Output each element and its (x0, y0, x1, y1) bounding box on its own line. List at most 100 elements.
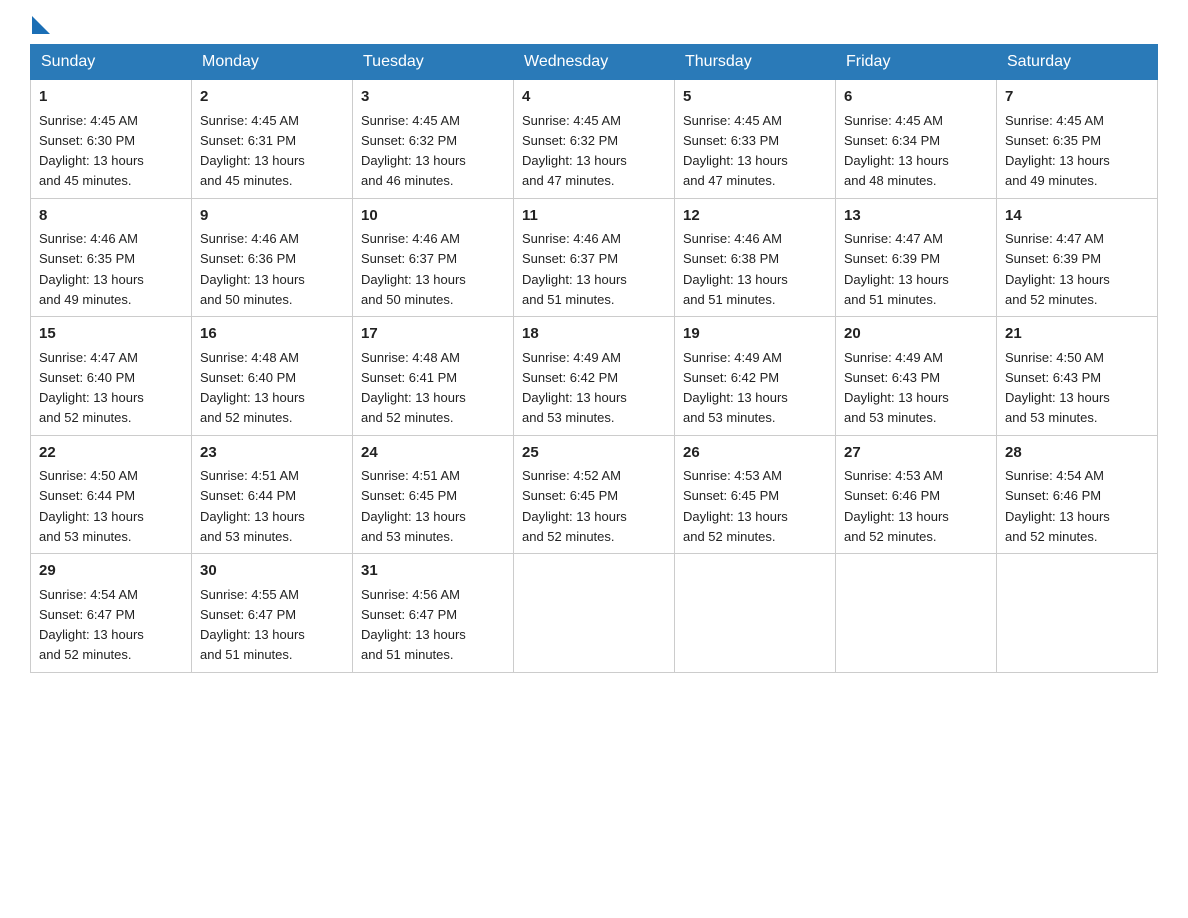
day-number: 9 (200, 205, 344, 228)
day-info: Sunrise: 4:46 AMSunset: 6:38 PMDaylight:… (683, 231, 788, 307)
calendar-cell: 29 Sunrise: 4:54 AMSunset: 6:47 PMDaylig… (31, 554, 192, 673)
day-number: 5 (683, 86, 827, 109)
calendar-cell: 21 Sunrise: 4:50 AMSunset: 6:43 PMDaylig… (997, 317, 1158, 436)
day-number: 6 (844, 86, 988, 109)
calendar-cell: 6 Sunrise: 4:45 AMSunset: 6:34 PMDayligh… (836, 80, 997, 199)
calendar-week-2: 8 Sunrise: 4:46 AMSunset: 6:35 PMDayligh… (31, 198, 1158, 317)
calendar-cell: 26 Sunrise: 4:53 AMSunset: 6:45 PMDaylig… (675, 435, 836, 554)
day-number: 12 (683, 205, 827, 228)
day-number: 22 (39, 442, 183, 465)
day-number: 1 (39, 86, 183, 109)
calendar-cell: 1 Sunrise: 4:45 AMSunset: 6:30 PMDayligh… (31, 80, 192, 199)
day-number: 16 (200, 323, 344, 346)
day-info: Sunrise: 4:47 AMSunset: 6:39 PMDaylight:… (844, 231, 949, 307)
calendar-cell: 28 Sunrise: 4:54 AMSunset: 6:46 PMDaylig… (997, 435, 1158, 554)
day-info: Sunrise: 4:45 AMSunset: 6:30 PMDaylight:… (39, 113, 144, 189)
day-info: Sunrise: 4:46 AMSunset: 6:35 PMDaylight:… (39, 231, 144, 307)
day-number: 7 (1005, 86, 1149, 109)
day-number: 19 (683, 323, 827, 346)
day-info: Sunrise: 4:45 AMSunset: 6:33 PMDaylight:… (683, 113, 788, 189)
day-info: Sunrise: 4:53 AMSunset: 6:46 PMDaylight:… (844, 468, 949, 544)
day-number: 28 (1005, 442, 1149, 465)
calendar-cell (997, 554, 1158, 673)
calendar-cell: 16 Sunrise: 4:48 AMSunset: 6:40 PMDaylig… (192, 317, 353, 436)
calendar-cell: 20 Sunrise: 4:49 AMSunset: 6:43 PMDaylig… (836, 317, 997, 436)
day-number: 10 (361, 205, 505, 228)
calendar-cell: 8 Sunrise: 4:46 AMSunset: 6:35 PMDayligh… (31, 198, 192, 317)
day-number: 11 (522, 205, 666, 228)
calendar-cell: 5 Sunrise: 4:45 AMSunset: 6:33 PMDayligh… (675, 80, 836, 199)
calendar-cell: 17 Sunrise: 4:48 AMSunset: 6:41 PMDaylig… (353, 317, 514, 436)
day-number: 26 (683, 442, 827, 465)
day-number: 18 (522, 323, 666, 346)
day-number: 21 (1005, 323, 1149, 346)
day-info: Sunrise: 4:52 AMSunset: 6:45 PMDaylight:… (522, 468, 627, 544)
day-number: 25 (522, 442, 666, 465)
calendar-cell: 10 Sunrise: 4:46 AMSunset: 6:37 PMDaylig… (353, 198, 514, 317)
day-number: 17 (361, 323, 505, 346)
logo-triangle-icon (32, 16, 50, 34)
calendar-cell: 9 Sunrise: 4:46 AMSunset: 6:36 PMDayligh… (192, 198, 353, 317)
calendar-cell: 7 Sunrise: 4:45 AMSunset: 6:35 PMDayligh… (997, 80, 1158, 199)
day-info: Sunrise: 4:45 AMSunset: 6:34 PMDaylight:… (844, 113, 949, 189)
weekday-header-sunday: Sunday (31, 45, 192, 80)
day-info: Sunrise: 4:50 AMSunset: 6:44 PMDaylight:… (39, 468, 144, 544)
day-info: Sunrise: 4:45 AMSunset: 6:32 PMDaylight:… (361, 113, 466, 189)
calendar-cell (675, 554, 836, 673)
day-info: Sunrise: 4:54 AMSunset: 6:47 PMDaylight:… (39, 587, 144, 663)
calendar-cell: 19 Sunrise: 4:49 AMSunset: 6:42 PMDaylig… (675, 317, 836, 436)
day-number: 3 (361, 86, 505, 109)
day-info: Sunrise: 4:49 AMSunset: 6:42 PMDaylight:… (522, 350, 627, 426)
weekday-header-wednesday: Wednesday (514, 45, 675, 80)
day-info: Sunrise: 4:49 AMSunset: 6:43 PMDaylight:… (844, 350, 949, 426)
calendar-cell: 25 Sunrise: 4:52 AMSunset: 6:45 PMDaylig… (514, 435, 675, 554)
day-number: 20 (844, 323, 988, 346)
day-number: 8 (39, 205, 183, 228)
day-info: Sunrise: 4:47 AMSunset: 6:40 PMDaylight:… (39, 350, 144, 426)
day-number: 2 (200, 86, 344, 109)
weekday-header-friday: Friday (836, 45, 997, 80)
day-number: 4 (522, 86, 666, 109)
day-number: 23 (200, 442, 344, 465)
calendar-cell: 18 Sunrise: 4:49 AMSunset: 6:42 PMDaylig… (514, 317, 675, 436)
weekday-header-saturday: Saturday (997, 45, 1158, 80)
weekday-header-monday: Monday (192, 45, 353, 80)
logo (30, 20, 50, 32)
calendar-cell: 23 Sunrise: 4:51 AMSunset: 6:44 PMDaylig… (192, 435, 353, 554)
weekday-header-thursday: Thursday (675, 45, 836, 80)
calendar-week-1: 1 Sunrise: 4:45 AMSunset: 6:30 PMDayligh… (31, 80, 1158, 199)
weekday-header-tuesday: Tuesday (353, 45, 514, 80)
calendar-cell: 27 Sunrise: 4:53 AMSunset: 6:46 PMDaylig… (836, 435, 997, 554)
calendar-cell: 12 Sunrise: 4:46 AMSunset: 6:38 PMDaylig… (675, 198, 836, 317)
day-info: Sunrise: 4:54 AMSunset: 6:46 PMDaylight:… (1005, 468, 1110, 544)
calendar-cell: 4 Sunrise: 4:45 AMSunset: 6:32 PMDayligh… (514, 80, 675, 199)
day-info: Sunrise: 4:49 AMSunset: 6:42 PMDaylight:… (683, 350, 788, 426)
day-number: 27 (844, 442, 988, 465)
calendar-cell (836, 554, 997, 673)
calendar-cell: 2 Sunrise: 4:45 AMSunset: 6:31 PMDayligh… (192, 80, 353, 199)
day-info: Sunrise: 4:46 AMSunset: 6:36 PMDaylight:… (200, 231, 305, 307)
calendar-cell: 14 Sunrise: 4:47 AMSunset: 6:39 PMDaylig… (997, 198, 1158, 317)
day-info: Sunrise: 4:55 AMSunset: 6:47 PMDaylight:… (200, 587, 305, 663)
day-number: 31 (361, 560, 505, 583)
calendar-cell: 15 Sunrise: 4:47 AMSunset: 6:40 PMDaylig… (31, 317, 192, 436)
day-number: 30 (200, 560, 344, 583)
calendar-cell: 3 Sunrise: 4:45 AMSunset: 6:32 PMDayligh… (353, 80, 514, 199)
calendar-cell (514, 554, 675, 673)
calendar-cell: 22 Sunrise: 4:50 AMSunset: 6:44 PMDaylig… (31, 435, 192, 554)
day-info: Sunrise: 4:51 AMSunset: 6:45 PMDaylight:… (361, 468, 466, 544)
day-info: Sunrise: 4:53 AMSunset: 6:45 PMDaylight:… (683, 468, 788, 544)
calendar-week-5: 29 Sunrise: 4:54 AMSunset: 6:47 PMDaylig… (31, 554, 1158, 673)
calendar-week-3: 15 Sunrise: 4:47 AMSunset: 6:40 PMDaylig… (31, 317, 1158, 436)
day-info: Sunrise: 4:56 AMSunset: 6:47 PMDaylight:… (361, 587, 466, 663)
day-info: Sunrise: 4:50 AMSunset: 6:43 PMDaylight:… (1005, 350, 1110, 426)
day-info: Sunrise: 4:51 AMSunset: 6:44 PMDaylight:… (200, 468, 305, 544)
calendar-cell: 13 Sunrise: 4:47 AMSunset: 6:39 PMDaylig… (836, 198, 997, 317)
day-info: Sunrise: 4:47 AMSunset: 6:39 PMDaylight:… (1005, 231, 1110, 307)
day-number: 14 (1005, 205, 1149, 228)
day-number: 29 (39, 560, 183, 583)
day-info: Sunrise: 4:48 AMSunset: 6:40 PMDaylight:… (200, 350, 305, 426)
calendar-table: SundayMondayTuesdayWednesdayThursdayFrid… (30, 44, 1158, 673)
day-number: 24 (361, 442, 505, 465)
day-number: 15 (39, 323, 183, 346)
